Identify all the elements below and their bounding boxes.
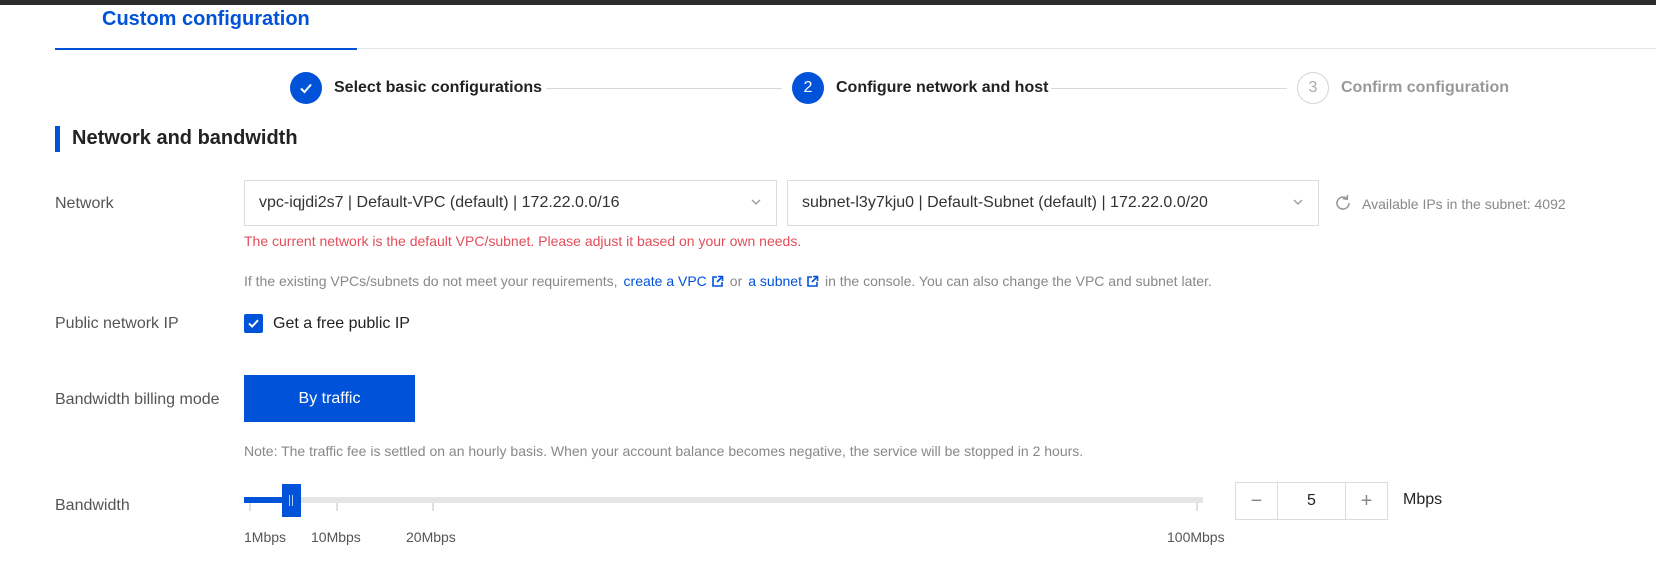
increment-button[interactable]: +	[1346, 483, 1387, 519]
create-subnet-link[interactable]: a subnet	[748, 273, 819, 289]
step-confirm-configuration: 3 Confirm configuration	[1297, 71, 1509, 105]
default-network-warning: The current network is the default VPC/s…	[244, 233, 802, 249]
bandwidth-input[interactable]: 5	[1277, 483, 1346, 519]
step-select-basic-configurations: Select basic configurations	[290, 71, 542, 105]
step-configure-network-and-host: 2 Configure network and host	[792, 71, 1048, 105]
step-label: Configure network and host	[836, 79, 1049, 96]
window-top-bar	[0, 0, 1656, 5]
step-connector	[546, 88, 782, 89]
step-connector	[1051, 88, 1287, 89]
check-icon	[290, 72, 322, 104]
slider-tick-label: 20Mbps	[406, 529, 456, 545]
refresh-icon[interactable]	[1333, 193, 1353, 213]
billing-note: Note: The traffic fee is settled on an h…	[244, 443, 1084, 459]
step-label: Confirm configuration	[1341, 79, 1509, 96]
billing-mode-label: Bandwidth billing mode	[55, 391, 220, 408]
create-vpc-link-label: create a VPC	[623, 273, 707, 289]
subnet-select[interactable]: subnet-l3y7kju0 | Default-Subnet (defaul…	[787, 180, 1319, 226]
slider-tick	[336, 503, 338, 511]
slider-tick	[249, 503, 251, 511]
tab-label: Custom configuration	[102, 8, 310, 30]
chevron-down-icon	[751, 199, 761, 205]
bandwidth-slider-handle[interactable]	[282, 484, 301, 517]
section-title: Network and bandwidth	[72, 127, 298, 149]
network-label: Network	[55, 195, 114, 212]
chevron-down-icon	[1293, 199, 1303, 205]
hint-or: or	[729, 273, 743, 289]
step-number: 3	[1297, 72, 1329, 104]
vpc-select[interactable]: vpc-iqjdi2s7 | Default-VPC (default) | 1…	[244, 180, 777, 226]
hint-suffix: in the console. You can also change the …	[824, 273, 1212, 289]
public-ip-checkbox-label[interactable]: Get a free public IP	[273, 315, 410, 333]
external-link-icon	[711, 275, 724, 287]
bandwidth-slider-track[interactable]	[244, 497, 1203, 503]
public-ip-label: Public network IP	[55, 315, 179, 332]
external-link-icon	[807, 275, 819, 287]
tab-active-indicator	[55, 48, 357, 50]
decrement-button[interactable]: −	[1236, 483, 1277, 519]
public-ip-checkbox[interactable]	[244, 314, 263, 333]
bandwidth-label: Bandwidth	[55, 497, 130, 514]
slider-tick	[432, 503, 434, 511]
slider-tick	[1196, 503, 1198, 511]
slider-tick-label: 100Mbps	[1167, 529, 1225, 545]
slider-tick-label: 10Mbps	[311, 529, 361, 545]
bandwidth-stepper: − 5 +	[1235, 482, 1388, 520]
create-vpc-link[interactable]: create a VPC	[624, 273, 724, 289]
section-accent-bar	[55, 126, 60, 152]
step-number: 2	[792, 72, 824, 104]
subnet-select-value: subnet-l3y7kju0 | Default-Subnet (defaul…	[802, 194, 1208, 211]
tab-custom-configuration[interactable]: Custom configuration	[55, 8, 357, 50]
hint-prefix: If the existing VPCs/subnets do not meet…	[244, 273, 618, 289]
by-traffic-button[interactable]: By traffic	[244, 375, 415, 422]
check-icon	[248, 319, 259, 328]
bandwidth-unit: Mbps	[1403, 491, 1443, 508]
available-ips-text: Available IPs in the subnet: 4092	[1362, 196, 1566, 212]
network-hint: If the existing VPCs/subnets do not meet…	[244, 273, 1212, 289]
create-subnet-link-label: a subnet	[748, 273, 802, 289]
slider-tick-label: 1Mbps	[244, 529, 287, 545]
vpc-select-value: vpc-iqjdi2s7 | Default-VPC (default) | 1…	[259, 194, 620, 211]
step-label: Select basic configurations	[334, 79, 543, 96]
